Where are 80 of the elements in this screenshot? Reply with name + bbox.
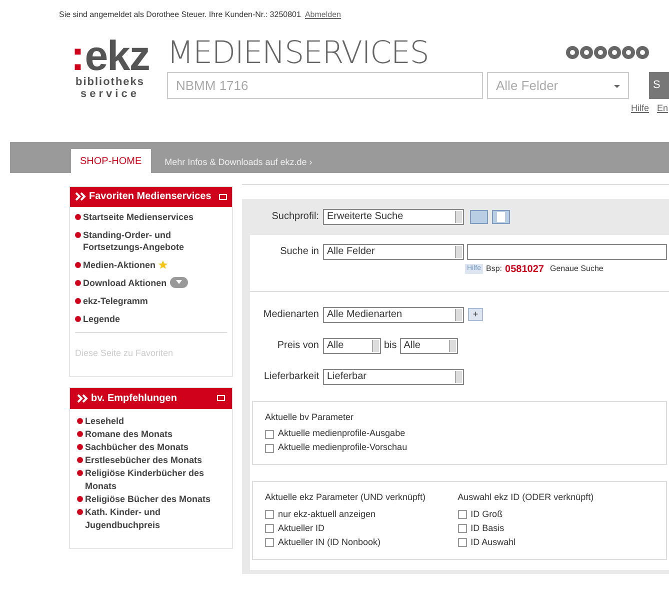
checkbox-label: Aktuelle medienprofile-Vorschau — [278, 441, 408, 454]
bullet-icon — [77, 456, 83, 462]
checkbox-label: Aktueller ID — [278, 522, 325, 535]
dropdown[interactable]: Alle Medienarten — [323, 306, 464, 322]
field-label: bis — [384, 339, 397, 353]
group-title: Aktuelle ekz Parameter (UND verknüpft) — [265, 491, 426, 504]
group-title: Aktuelle bv Parameter — [265, 410, 355, 424]
nav-tab[interactable]: SHOP-HOME — [71, 148, 151, 172]
checkbox[interactable] — [458, 524, 467, 533]
checkbox[interactable] — [265, 538, 274, 547]
checkbox[interactable] — [265, 444, 274, 452]
sidebar-link[interactable]: Kath. Kinder- und Jugendbuchpreis — [85, 506, 225, 532]
dropdown[interactable]: Lieferbar — [323, 368, 464, 384]
field-label: Suchprofil: — [270, 210, 320, 224]
hint-label: Bsp: — [486, 263, 502, 275]
bullet-icon — [77, 444, 83, 450]
sidebar-link[interactable]: Standing-Order- und Fortsetzungs-Angebote — [83, 228, 227, 252]
collapse-icon[interactable] — [217, 395, 225, 401]
ekz-logo[interactable]: :ekz bibliotheks service — [61, 36, 159, 116]
sidebar-link[interactable]: Leseheld — [85, 414, 225, 428]
dropdown[interactable]: Alle — [400, 338, 458, 354]
checkbox-label: nur ekz-aktuell anzeigen — [278, 508, 376, 521]
sidebar-link[interactable]: Religiöse Bücher des Monats — [85, 492, 225, 506]
sidebar-link[interactable]: Religiöse Kinderbücher des Monats — [85, 466, 225, 492]
checkbox-label: ID Basis — [470, 522, 504, 535]
checkbox[interactable] — [265, 524, 274, 533]
logout-link[interactable]: Abmelden — [304, 9, 341, 21]
bullet-icon — [75, 316, 81, 322]
add-button[interactable]: + — [468, 308, 483, 321]
checkbox-label: ID Auswahl — [470, 536, 516, 549]
bullet-icon — [75, 298, 81, 304]
bullet-icon — [77, 470, 83, 476]
checkbox[interactable] — [458, 538, 467, 547]
header-link[interactable]: En — [656, 102, 668, 116]
example-number: 0581027 — [505, 262, 544, 276]
bullet-icon — [77, 508, 83, 514]
document-icon[interactable] — [492, 210, 510, 224]
checkbox-label: Aktueller IN (ID Nonbook) — [278, 536, 381, 549]
header-link[interactable]: Hilfe — [630, 102, 649, 116]
cloud-download-icon — [170, 276, 188, 288]
checkbox[interactable] — [265, 510, 274, 519]
sidebar-link[interactable]: Sachbücher des Monats — [85, 440, 225, 454]
sidebar-link[interactable]: Download Aktionen — [83, 276, 167, 288]
panel-title: bv. Empfehlungen — [91, 392, 178, 406]
sidebar-link[interactable]: Medien-Aktionen — [83, 258, 156, 270]
field-label: Suche in — [279, 245, 320, 259]
group-title: Auswahl ekz ID (ODER verknüpft) — [458, 491, 594, 504]
collapse-icon[interactable] — [219, 194, 227, 200]
caret-icon — [614, 85, 620, 88]
bullet-icon — [75, 214, 81, 220]
checkbox[interactable] — [265, 430, 274, 438]
dropdown[interactable]: Alle — [323, 338, 381, 354]
bullet-icon — [77, 418, 83, 424]
sidebar-link[interactable]: Legende — [83, 312, 120, 324]
hint-text: Genaue Suche — [550, 263, 604, 275]
checkbox[interactable] — [458, 510, 467, 519]
dropdown[interactable]: Alle Felder — [323, 244, 464, 260]
sidebar-link[interactable]: Romane des Monats — [85, 428, 225, 440]
field-label: Medienarten — [262, 308, 320, 322]
star-icon — [158, 260, 168, 270]
double-chevron-icon — [75, 192, 86, 201]
sidebar-link[interactable]: ekz-Telegramm — [83, 294, 148, 306]
bullet-icon — [77, 430, 83, 436]
sidebar-link[interactable]: Erstlesebücher des Monats — [85, 454, 225, 466]
double-chevron-icon — [77, 394, 88, 402]
login-status: Sie sind angemeldet als Dorothee Steuer. Ihre Kunden-Nr.: 3250801 — [59, 9, 301, 21]
search-text-field[interactable] — [467, 244, 667, 260]
bullet-icon — [75, 232, 81, 238]
dropdown[interactable]: Erweiterte Suche — [323, 208, 464, 224]
panel-title: Favoriten Medienservices — [89, 190, 212, 204]
checkbox-label: ID Groß — [470, 508, 503, 521]
bullet-icon — [77, 496, 83, 502]
bullet-icon — [75, 262, 81, 268]
page-title: MEDIENSERVICES — [167, 36, 429, 70]
field-label: Preis von — [276, 339, 320, 353]
bullet-icon — [75, 280, 81, 286]
field-label: Lieferbarkeit — [262, 370, 320, 384]
checkbox-label: Aktuelle medienprofile-Ausgabe — [278, 427, 406, 440]
search-button[interactable]: S — [649, 72, 669, 99]
sidebar-link[interactable]: Startseite Medienservices — [83, 210, 194, 222]
